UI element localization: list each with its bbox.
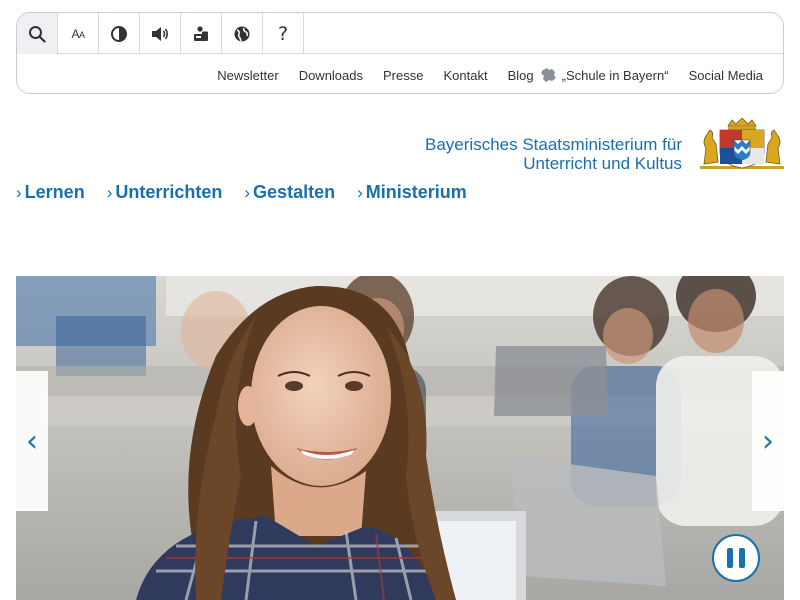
nav-item-unterrichten[interactable]: › Unterrichten: [107, 182, 223, 203]
bavaria-map-icon: [540, 68, 556, 82]
nav-item-ministerium[interactable]: › Ministerium: [357, 182, 467, 203]
nav-label: Gestalten: [253, 182, 336, 202]
contrast-button[interactable]: [99, 13, 140, 54]
nav-label: Unterrichten: [115, 182, 223, 202]
sign-language-button[interactable]: [181, 13, 222, 54]
pause-icon: [739, 548, 745, 568]
ministry-name-line-1: Bayerisches Staatsministerium für: [425, 135, 682, 154]
contrast-icon: [111, 25, 127, 42]
hero-image: [16, 276, 784, 600]
slider-prev-button[interactable]: ‹: [16, 371, 48, 511]
ministry-logo-text[interactable]: Bayerisches Staatsministerium für Unterr…: [425, 135, 682, 173]
nav-label: Ministerium: [365, 182, 467, 202]
service-links: Newsletter Downloads Presse Kontakt Blog…: [197, 67, 763, 83]
main-navigation: › Lernen › Unterrichten › Gestalten › Mi…: [16, 182, 489, 203]
chevron-right-icon: ›: [357, 182, 363, 202]
nav-item-gestalten[interactable]: › Gestalten: [244, 182, 335, 203]
kontakt-link[interactable]: Kontakt: [443, 68, 487, 83]
ministry-name-line-2: Unterricht und Kultus: [523, 154, 682, 173]
nav-item-lernen[interactable]: › Lernen: [16, 182, 85, 203]
chevron-left-icon: ‹: [26, 423, 38, 459]
coat-of-arms-icon[interactable]: [700, 118, 784, 170]
hero-slider: ‹ ›: [16, 276, 784, 600]
blog-link[interactable]: Blog „Schule in Bayern“: [508, 67, 669, 83]
newsletter-link[interactable]: Newsletter: [217, 68, 278, 83]
blog-label: Blog: [507, 67, 534, 83]
chevron-right-icon: ›: [762, 423, 774, 459]
language-button[interactable]: [222, 13, 263, 54]
accessibility-toolbar: AA ?: [17, 13, 783, 54]
search-button[interactable]: [17, 13, 58, 54]
pause-icon: [727, 548, 733, 568]
chevron-right-icon: ›: [244, 182, 251, 202]
chevron-right-icon: ›: [16, 182, 22, 202]
blog-title: „Schule in Bayern“: [561, 67, 669, 83]
help-icon: ?: [277, 22, 289, 45]
nav-label: Lernen: [24, 182, 85, 202]
help-button[interactable]: ?: [263, 13, 304, 54]
slider-next-button[interactable]: ›: [752, 371, 784, 511]
font-size-button[interactable]: AA: [58, 13, 99, 54]
read-aloud-button[interactable]: [140, 13, 181, 54]
utility-box: AA ? Newsletter Downloads Presse Kontakt…: [16, 12, 784, 94]
downloads-link[interactable]: Downloads: [299, 68, 363, 83]
font-size-icon: AA: [71, 26, 85, 41]
globe-icon: [234, 26, 250, 41]
presse-link[interactable]: Presse: [383, 68, 423, 83]
slider-pause-button[interactable]: [712, 534, 760, 582]
chevron-right-icon: ›: [106, 182, 113, 202]
social-media-link[interactable]: Social Media: [689, 68, 763, 83]
speaker-icon: [152, 26, 169, 41]
sign-language-icon: [194, 25, 208, 41]
search-icon: [29, 25, 46, 43]
